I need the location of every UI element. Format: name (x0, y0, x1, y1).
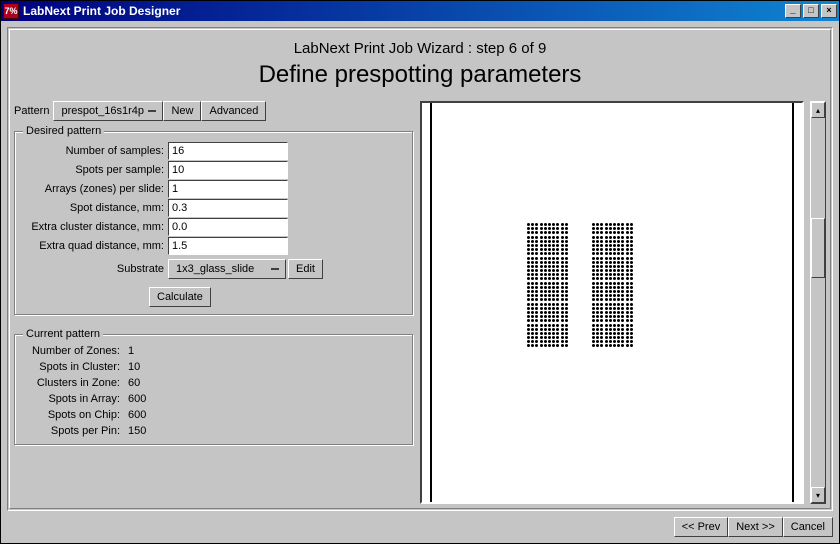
extra-quad-input[interactable] (168, 237, 288, 255)
close-button[interactable]: × (821, 4, 837, 18)
zones-label: Number of Zones: (23, 345, 128, 357)
left-panel: Pattern prespot_16s1r4p New Advanced Des… (14, 101, 414, 504)
spot-distance-input[interactable] (168, 199, 288, 217)
scroll-up-icon[interactable]: ▴ (811, 102, 825, 118)
app-window: 7% LabNext Print Job Designer _ □ × LabN… (0, 0, 840, 544)
wizard-header: LabNext Print Job Wizard : step 6 of 9 D… (14, 34, 826, 95)
spots-per-sample-input[interactable] (168, 161, 288, 179)
current-pattern-fieldset: Current pattern Number of Zones: 1 Spots… (14, 334, 414, 446)
prev-button[interactable]: << Prev (674, 517, 729, 537)
substrate-dropdown[interactable]: 1x3_glass_slide (168, 259, 286, 279)
spots-chip-label: Spots on Chip: (23, 409, 128, 421)
scroll-track[interactable] (811, 118, 825, 487)
titlebar: 7% LabNext Print Job Designer _ □ × (1, 1, 839, 21)
zones-value: 1 (128, 345, 134, 357)
clusters-zone-label: Clusters in Zone: (23, 377, 128, 389)
substrate-value: 1x3_glass_slide (176, 263, 254, 275)
spots-cluster-label: Spots in Cluster: (23, 361, 128, 373)
next-button[interactable]: Next >> (728, 517, 783, 537)
spot-distance-label: Spot distance, mm: (23, 202, 168, 214)
calculate-button[interactable]: Calculate (149, 287, 211, 307)
spots-pin-value: 150 (128, 425, 146, 437)
num-samples-label: Number of samples: (23, 145, 168, 157)
pattern-toolbar: Pattern prespot_16s1r4p New Advanced (14, 101, 414, 121)
arrays-per-slide-label: Arrays (zones) per slide: (23, 183, 168, 195)
wizard-footer: << Prev Next >> Cancel (7, 511, 833, 537)
edit-substrate-button[interactable]: Edit (288, 259, 323, 279)
pattern-value: prespot_16s1r4p (61, 105, 144, 117)
spots-pin-label: Spots per Pin: (23, 425, 128, 437)
extra-cluster-input[interactable] (168, 218, 288, 236)
spots-per-sample-label: Spots per sample: (23, 164, 168, 176)
wizard-subtitle: LabNext Print Job Wizard : step 6 of 9 (14, 40, 826, 57)
window-title: LabNext Print Job Designer (23, 4, 783, 18)
app-icon: 7% (3, 3, 19, 19)
substrate-label: Substrate (23, 263, 168, 275)
maximize-button[interactable]: □ (803, 4, 819, 18)
pattern-dropdown[interactable]: prespot_16s1r4p (53, 101, 163, 121)
current-pattern-legend: Current pattern (23, 328, 103, 340)
spots-chip-value: 600 (128, 409, 146, 421)
pattern-label: Pattern (14, 105, 49, 117)
advanced-button[interactable]: Advanced (201, 101, 266, 121)
vertical-scrollbar[interactable]: ▴ ▾ (810, 101, 826, 504)
minimize-button[interactable]: _ (785, 4, 801, 18)
scroll-thumb[interactable] (811, 218, 825, 278)
spot-cluster-2 (592, 223, 633, 347)
desired-pattern-fieldset: Desired pattern Number of samples: Spots… (14, 131, 414, 316)
extra-cluster-label: Extra cluster distance, mm: (23, 221, 168, 233)
spot-cluster-1 (527, 223, 568, 347)
clusters-zone-value: 60 (128, 377, 140, 389)
scroll-down-icon[interactable]: ▾ (811, 487, 825, 503)
spots-array-value: 600 (128, 393, 146, 405)
spots-cluster-value: 10 (128, 361, 140, 373)
extra-quad-label: Extra quad distance, mm: (23, 240, 168, 252)
spots-array-label: Spots in Array: (23, 393, 128, 405)
desired-pattern-legend: Desired pattern (23, 125, 104, 137)
preview-canvas (420, 101, 804, 504)
arrays-per-slide-input[interactable] (168, 180, 288, 198)
new-button[interactable]: New (163, 101, 201, 121)
wizard-title: Define prespotting parameters (14, 61, 826, 89)
cancel-button[interactable]: Cancel (783, 517, 833, 537)
num-samples-input[interactable] (168, 142, 288, 160)
